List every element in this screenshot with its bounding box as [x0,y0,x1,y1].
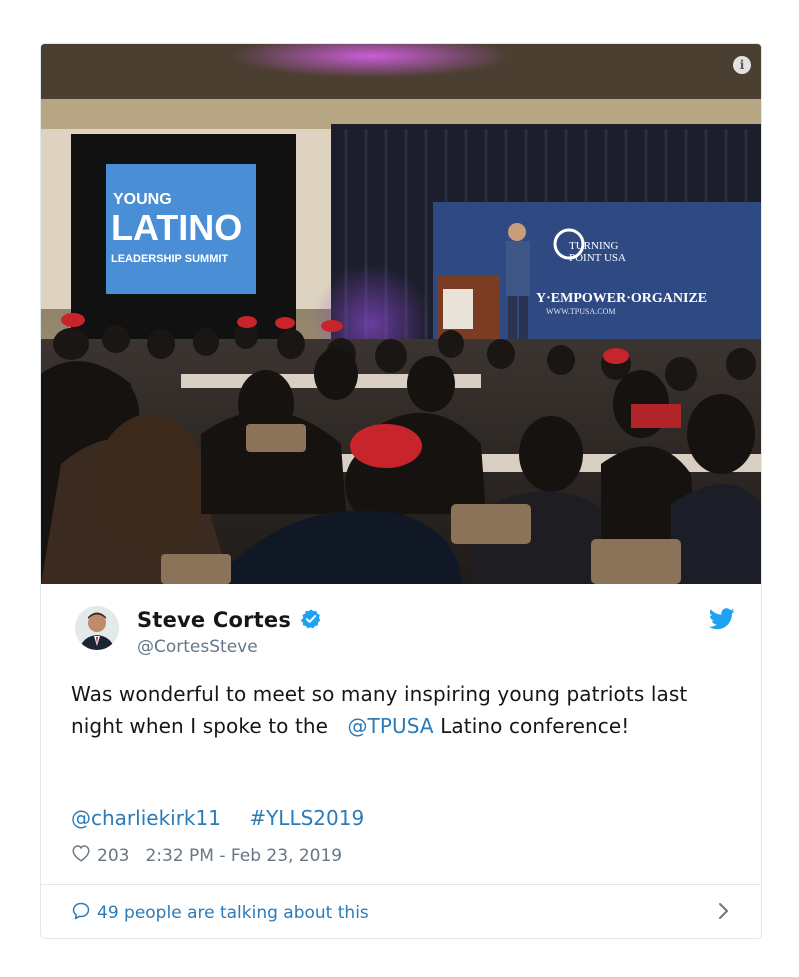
like-count: 203 [97,845,130,866]
banner-text-point-usa: POINT USA [569,252,626,264]
embedded-tweet-card[interactable]: YOUNG LATINO LEADERSHIP SUMMIT TURNING P… [40,43,762,939]
tweet-timestamp[interactable]: 2:32 PM - Feb 23, 2019 [145,846,342,866]
mention-link-charliekirk11[interactable]: @charliekirk11 [71,806,221,830]
tweet-meta: 203 2:32 PM - Feb 23, 2019 [71,844,342,867]
screen-text-latino: LATINO [111,207,242,248]
info-icon[interactable]: i [733,56,751,74]
tweet-text-after: Latino conference! [440,714,630,738]
tweet-tags: @charliekirk11 #YLLS2019 [71,806,386,830]
tweet-header: Steve Cortes @CortesSteve [75,604,735,664]
footer-divider [41,884,761,885]
conversation-link[interactable]: 49 people are talking about this [71,900,731,926]
verified-badge-icon [300,608,322,634]
tweet-photo[interactable]: YOUNG LATINO LEADERSHIP SUMMIT TURNING P… [41,44,761,584]
tweet-text: Was wonderful to meet so many inspiring … [71,678,741,742]
heart-icon[interactable] [71,844,91,867]
twitter-bird-icon[interactable] [709,608,735,634]
banner-slogan: Y·EMPOWER·ORGANIZE [536,291,707,306]
banner-text-turning: TURNING [569,240,619,252]
reply-bubble-icon [71,901,91,926]
chevron-right-icon [717,900,731,928]
talking-count: 49 people are talking about this [97,903,369,923]
screen-text-young: YOUNG [113,191,172,208]
avatar[interactable] [75,606,119,650]
display-name[interactable]: Steve Cortes [137,608,291,632]
avatar-portrait [75,606,119,650]
mention-link-tpusa[interactable]: @TPUSA [347,714,433,738]
banner-url: WWW.TPUSA.COM [546,307,615,316]
user-handle[interactable]: @CortesSteve [137,637,258,657]
name-row: Steve Cortes [137,608,322,634]
screen-text-summit: LEADERSHIP SUMMIT [111,253,228,265]
hashtag-link-ylls2019[interactable]: #YLLS2019 [249,806,364,830]
conference-scene: YOUNG LATINO LEADERSHIP SUMMIT TURNING P… [41,44,761,584]
